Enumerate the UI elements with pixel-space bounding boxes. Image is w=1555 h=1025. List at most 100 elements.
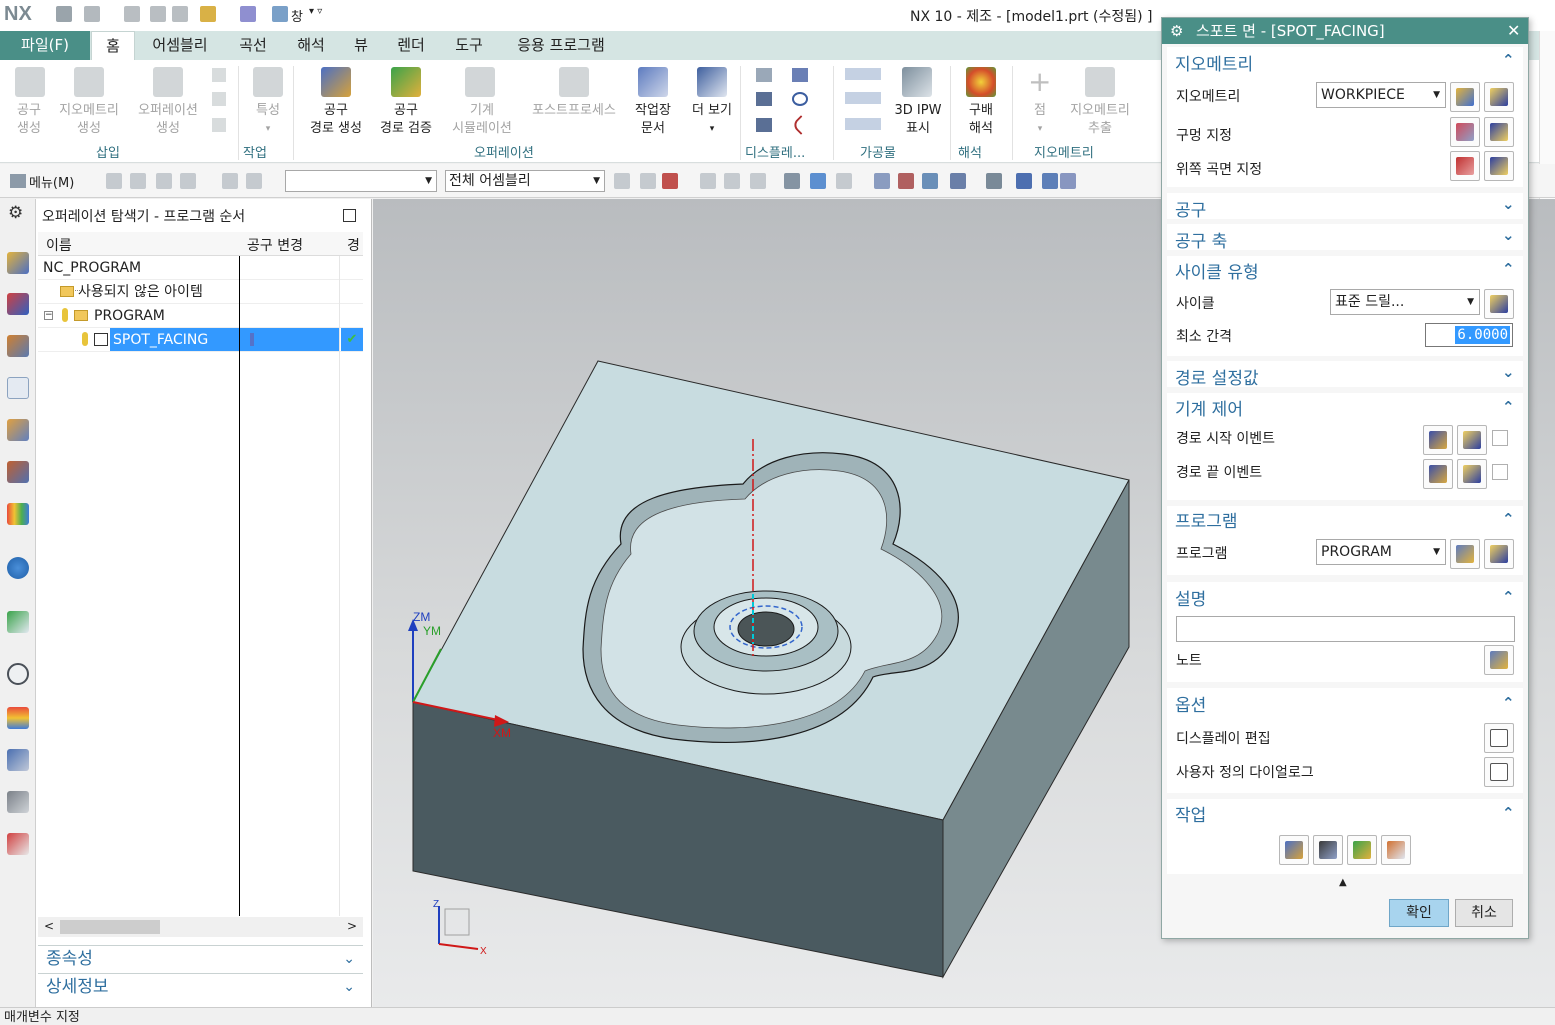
- feature-navigator-icon[interactable]: [7, 419, 29, 441]
- show-hide-icon[interactable]: [1060, 173, 1076, 189]
- snap-icon-4[interactable]: [700, 173, 716, 189]
- rotate-icon[interactable]: [922, 173, 938, 189]
- chevron-down-icon[interactable]: ⌄: [343, 946, 355, 972]
- tab-application[interactable]: 응용 프로그램: [502, 31, 620, 60]
- verify-button[interactable]: [1347, 835, 1377, 865]
- machining-feature-icon[interactable]: [7, 461, 29, 483]
- shop-documentation-button[interactable]: 작업장 문서: [628, 102, 678, 138]
- column-tool-change[interactable]: 공구 변경: [247, 235, 303, 255]
- horizontal-scrollbar[interactable]: < >: [38, 917, 363, 937]
- display-holes-button[interactable]: [1484, 117, 1514, 147]
- history-clock-icon[interactable]: [7, 663, 29, 685]
- tab-analysis[interactable]: 해석: [286, 31, 336, 60]
- orient-view-icon[interactable]: [950, 173, 966, 189]
- save-icon[interactable]: [56, 6, 72, 22]
- background-icon[interactable]: [1016, 173, 1032, 189]
- tool-section-header[interactable]: 공구: [1175, 196, 1206, 221]
- gear-icon[interactable]: ⚙: [1170, 18, 1183, 44]
- shaded-icon[interactable]: [810, 173, 826, 189]
- geometry-section-header[interactable]: 지오메트리: [1175, 50, 1253, 75]
- snap-icon-6[interactable]: [750, 173, 766, 189]
- edit-cycle-button[interactable]: [1484, 289, 1514, 319]
- system-materials-icon[interactable]: [7, 707, 29, 729]
- display-icon-2[interactable]: [756, 92, 772, 106]
- more-button[interactable]: 더 보기 ▾: [686, 102, 738, 138]
- program-combo[interactable]: PROGRAM ▼: [1316, 539, 1446, 565]
- actions-section-header[interactable]: 작업: [1175, 801, 1206, 826]
- tab-home[interactable]: 홈: [91, 31, 135, 60]
- tab-render[interactable]: 렌더: [386, 31, 436, 60]
- view-cube-icon[interactable]: [784, 173, 800, 189]
- specify-top-surface-button[interactable]: [1450, 151, 1480, 181]
- chevron-up-icon[interactable]: ⌃: [1502, 588, 1515, 606]
- display-circle-icon[interactable]: [792, 92, 808, 106]
- window-menu[interactable]: 창: [291, 6, 303, 25]
- edit-end-event-button[interactable]: [1457, 459, 1487, 489]
- chevron-up-icon[interactable]: ⌃: [1502, 260, 1515, 278]
- cycle-combo[interactable]: 표준 드릴... ▼: [1330, 289, 1480, 315]
- 3d-ipw-display-button[interactable]: 3D IPW 표시: [890, 102, 946, 138]
- geometry-combo[interactable]: WORKPIECE ▼: [1316, 82, 1446, 108]
- zoom-icon[interactable]: [898, 173, 914, 189]
- custom-dialog-button[interactable]: [1484, 757, 1514, 787]
- new-geometry-button[interactable]: [1450, 82, 1480, 112]
- tree-row-selected[interactable]: SPOT_FACING ✔: [38, 328, 363, 352]
- selection-filter-icon-6[interactable]: [246, 173, 262, 189]
- insert-extra-icon-2[interactable]: [212, 92, 226, 106]
- info-icon[interactable]: [7, 557, 29, 579]
- chevron-down-icon[interactable]: ⌄: [343, 974, 355, 1000]
- geometry-navigator-icon[interactable]: [7, 335, 29, 357]
- chevron-down-icon[interactable]: ⌄: [1502, 226, 1515, 244]
- cycle-type-section-header[interactable]: 사이클 유형: [1175, 258, 1259, 283]
- tree-row[interactable]: − PROGRAM: [38, 304, 363, 328]
- snap-icon[interactable]: [614, 173, 630, 189]
- window-menu-chevron-icon[interactable]: ▾ ▿: [309, 6, 322, 17]
- reuse-library-icon[interactable]: [7, 503, 29, 525]
- chevron-up-icon[interactable]: ⌃: [1502, 510, 1515, 528]
- edit-geometry-button[interactable]: [1484, 82, 1514, 112]
- new-program-button[interactable]: [1450, 539, 1480, 569]
- undo-icon[interactable]: [84, 6, 100, 22]
- tree-row[interactable]: NC_PROGRAM: [38, 256, 363, 280]
- extract-geometry-button[interactable]: 지오메트리 추출: [1062, 102, 1138, 138]
- generate-button[interactable]: [1279, 835, 1309, 865]
- verify-toolpath-button[interactable]: 공구 경로 검증: [374, 102, 438, 138]
- display-icon-4[interactable]: [792, 68, 808, 82]
- copy-icon[interactable]: [150, 6, 166, 22]
- create-operation-button[interactable]: 오퍼레이션 생성: [131, 102, 205, 138]
- edit-note-button[interactable]: [1484, 645, 1514, 675]
- details-section[interactable]: 상세정보 ⌄: [38, 973, 363, 999]
- machine-simulation-button[interactable]: 기계 시뮬레이션: [445, 102, 519, 138]
- options-section-header[interactable]: 옵션: [1175, 691, 1206, 716]
- chevron-up-icon[interactable]: ⌃: [1502, 804, 1515, 822]
- repeat-command-icon[interactable]: [200, 6, 216, 22]
- operation-navigator-icon[interactable]: [7, 377, 29, 399]
- end-event-button[interactable]: [1423, 459, 1453, 489]
- selection-filter-icon-2[interactable]: [130, 173, 146, 189]
- specify-holes-button[interactable]: [1450, 117, 1480, 147]
- tab-tools[interactable]: 도구: [444, 31, 494, 60]
- display-top-surface-button[interactable]: [1484, 151, 1514, 181]
- scrollbar-thumb[interactable]: [60, 920, 160, 934]
- edit-program-button[interactable]: [1484, 539, 1514, 569]
- insert-extra-icon-3[interactable]: [212, 118, 226, 132]
- program-section-header[interactable]: 프로그램: [1175, 507, 1238, 532]
- snap-icon-3[interactable]: [662, 173, 678, 189]
- chevron-down-icon[interactable]: ⌄: [1502, 363, 1515, 381]
- render-style-icon[interactable]: [986, 173, 1002, 189]
- workpiece-icon-1[interactable]: [845, 68, 881, 80]
- chevron-up-icon[interactable]: ⌃: [1502, 51, 1515, 69]
- end-event-checkbox[interactable]: [1492, 464, 1508, 480]
- tree-row[interactable]: 사용되지 않은 아이템: [38, 280, 363, 304]
- dependencies-section[interactable]: 종속성 ⌄: [38, 945, 363, 971]
- create-geometry-button[interactable]: 지오메트리 생성: [52, 102, 126, 138]
- draft-analysis-button[interactable]: 구배 해석: [956, 102, 1006, 138]
- path-settings-section-header[interactable]: 경로 설정값: [1175, 364, 1259, 389]
- tab-curve[interactable]: 곡선: [228, 31, 278, 60]
- edit-start-event-button[interactable]: [1457, 425, 1487, 455]
- fit-icon[interactable]: [874, 173, 890, 189]
- selection-filter-icon-4[interactable]: [180, 173, 196, 189]
- selection-filter-icon-5[interactable]: [222, 173, 238, 189]
- web-browser-icon[interactable]: [7, 611, 29, 633]
- min-clearance-input[interactable]: 6.0000: [1425, 323, 1513, 347]
